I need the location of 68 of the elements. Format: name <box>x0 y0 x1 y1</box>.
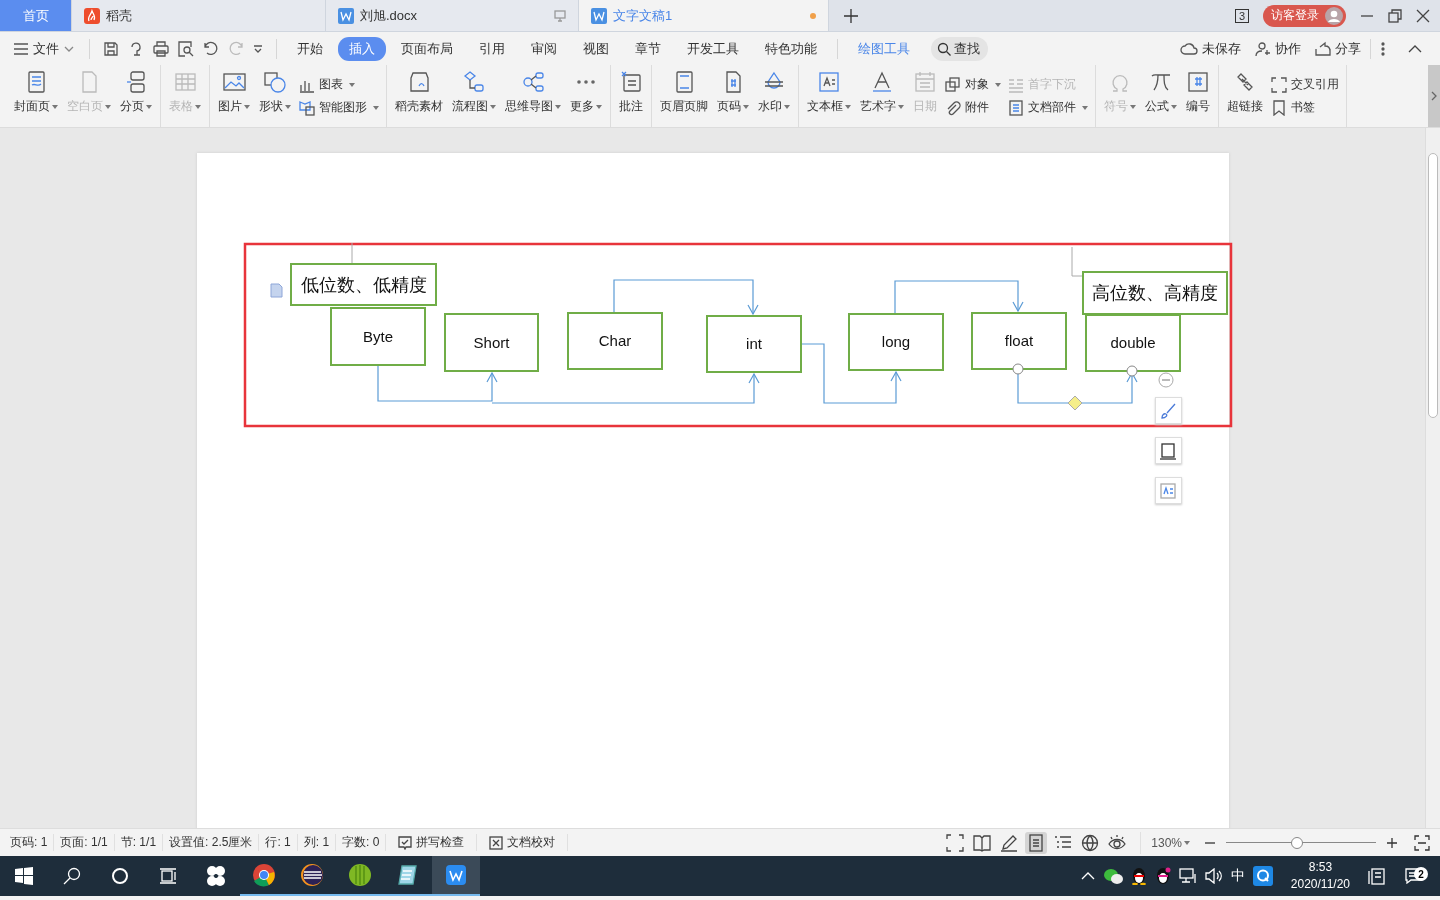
ribbon-button[interactable]: 页眉页脚 <box>656 65 712 127</box>
ribbon-button[interactable]: 交叉引用 <box>1271 76 1339 93</box>
ribbon-button[interactable]: 超链接 <box>1223 65 1267 127</box>
ribbon-button[interactable]: 对象 <box>945 76 1001 93</box>
ribbon-button[interactable]: 附件 <box>945 99 1001 116</box>
input-method-indicator[interactable]: 中 <box>1230 867 1245 885</box>
tab-label: 稻壳 <box>106 6 132 25</box>
ribbon-tab[interactable]: 引用 <box>468 36 516 61</box>
note-box[interactable]: 低位数、低精度 <box>289 263 437 306</box>
status-text: 节: 1/1 <box>114 834 164 851</box>
ribbon-tab[interactable]: 审阅 <box>520 36 568 61</box>
status-text: 设置值: 2.5厘米 <box>163 834 260 851</box>
ribbon-button[interactable]: 书签 <box>1271 99 1339 116</box>
status-text: 字数: 0 <box>336 834 387 851</box>
clock[interactable]: 8:53 2020/11/20 <box>1280 859 1360 893</box>
ribbon-button[interactable]: 页码 <box>713 65 753 127</box>
find-button[interactable]: 查找 <box>931 36 988 61</box>
ribbon-button[interactable]: 形状 <box>255 65 295 127</box>
tab-label: 刘旭.docx <box>360 6 418 25</box>
status-text: 列: 1 <box>297 834 337 851</box>
ribbon-button[interactable]: 文本框 <box>803 65 855 127</box>
ribbon-button[interactable]: 封面页 <box>10 65 62 127</box>
ribbon-button[interactable]: 艺术字 <box>856 65 908 127</box>
guest-login-button[interactable]: 访客登录 <box>1263 4 1346 27</box>
ribbon-button[interactable]: 智能图形 <box>299 99 379 116</box>
status-text: 页面: 1/1 <box>54 834 115 851</box>
ribbon-button[interactable]: 更多 <box>566 65 606 127</box>
ribbon-button[interactable]: 分页 <box>116 65 156 127</box>
type-box[interactable]: Char <box>566 312 663 370</box>
status-text: 页码: 1 <box>4 834 55 851</box>
notification-badge: 2 <box>1414 867 1428 881</box>
document-tab[interactable]: 稻壳 <box>72 0 326 31</box>
ribbon-tab[interactable]: 开发工具 <box>676 36 750 61</box>
ribbon-tab[interactable]: 页面布局 <box>390 36 464 61</box>
ribbon-button[interactable]: 图表 <box>299 76 379 93</box>
status-text: 行: 1 <box>259 834 298 851</box>
ribbon-button[interactable]: 流程图 <box>448 65 500 127</box>
ribbon-button[interactable]: 图片 <box>214 65 254 127</box>
type-box[interactable]: float <box>970 312 1067 370</box>
tab-label: 文字文稿1 <box>613 6 673 25</box>
ribbon-button[interactable]: 水印 <box>754 65 794 127</box>
toolbar-action[interactable]: 分享 <box>1315 39 1361 58</box>
type-box[interactable]: Short <box>443 313 539 372</box>
type-box[interactable]: double <box>1084 314 1181 372</box>
ribbon-button[interactable]: 稻壳素材 <box>391 65 447 127</box>
toolbar-action[interactable]: 未保存 <box>1180 39 1241 58</box>
toolbar-action[interactable]: 协作 <box>1255 39 1301 58</box>
ribbon-tab[interactable]: 开始 <box>286 36 334 61</box>
ribbon-tab[interactable]: 特色功能 <box>754 36 828 61</box>
tab-count-button[interactable]: 3 <box>1234 8 1249 23</box>
status-tool-button[interactable]: 文档校对 <box>477 834 569 851</box>
zoom-level[interactable]: 130% <box>1151 835 1190 850</box>
ribbon-button[interactable]: 文档部件 <box>1008 99 1088 116</box>
ribbon-tab[interactable]: 视图 <box>572 36 620 61</box>
ribbon-tab[interactable]: 章节 <box>624 36 672 61</box>
note-box[interactable]: 高位数、高精度 <box>1081 271 1228 315</box>
file-menu-button[interactable]: 文件 <box>8 39 80 58</box>
ribbon-button[interactable]: 思维导图 <box>501 65 565 127</box>
ribbon-button[interactable]: 编号 <box>1182 65 1214 127</box>
ribbon-button[interactable]: 批注 <box>615 65 647 127</box>
document-tab[interactable]: 刘旭.docx <box>326 0 579 31</box>
ribbon-button[interactable]: 公式 <box>1141 65 1181 127</box>
type-box[interactable]: int <box>705 315 802 373</box>
notification-button[interactable]: 2 <box>1394 868 1434 884</box>
status-tool-button[interactable]: 拼写检查 <box>386 834 478 851</box>
type-box[interactable]: Byte <box>329 307 426 366</box>
type-box[interactable]: long <box>847 313 944 371</box>
tab-label: 首页 <box>22 6 49 25</box>
